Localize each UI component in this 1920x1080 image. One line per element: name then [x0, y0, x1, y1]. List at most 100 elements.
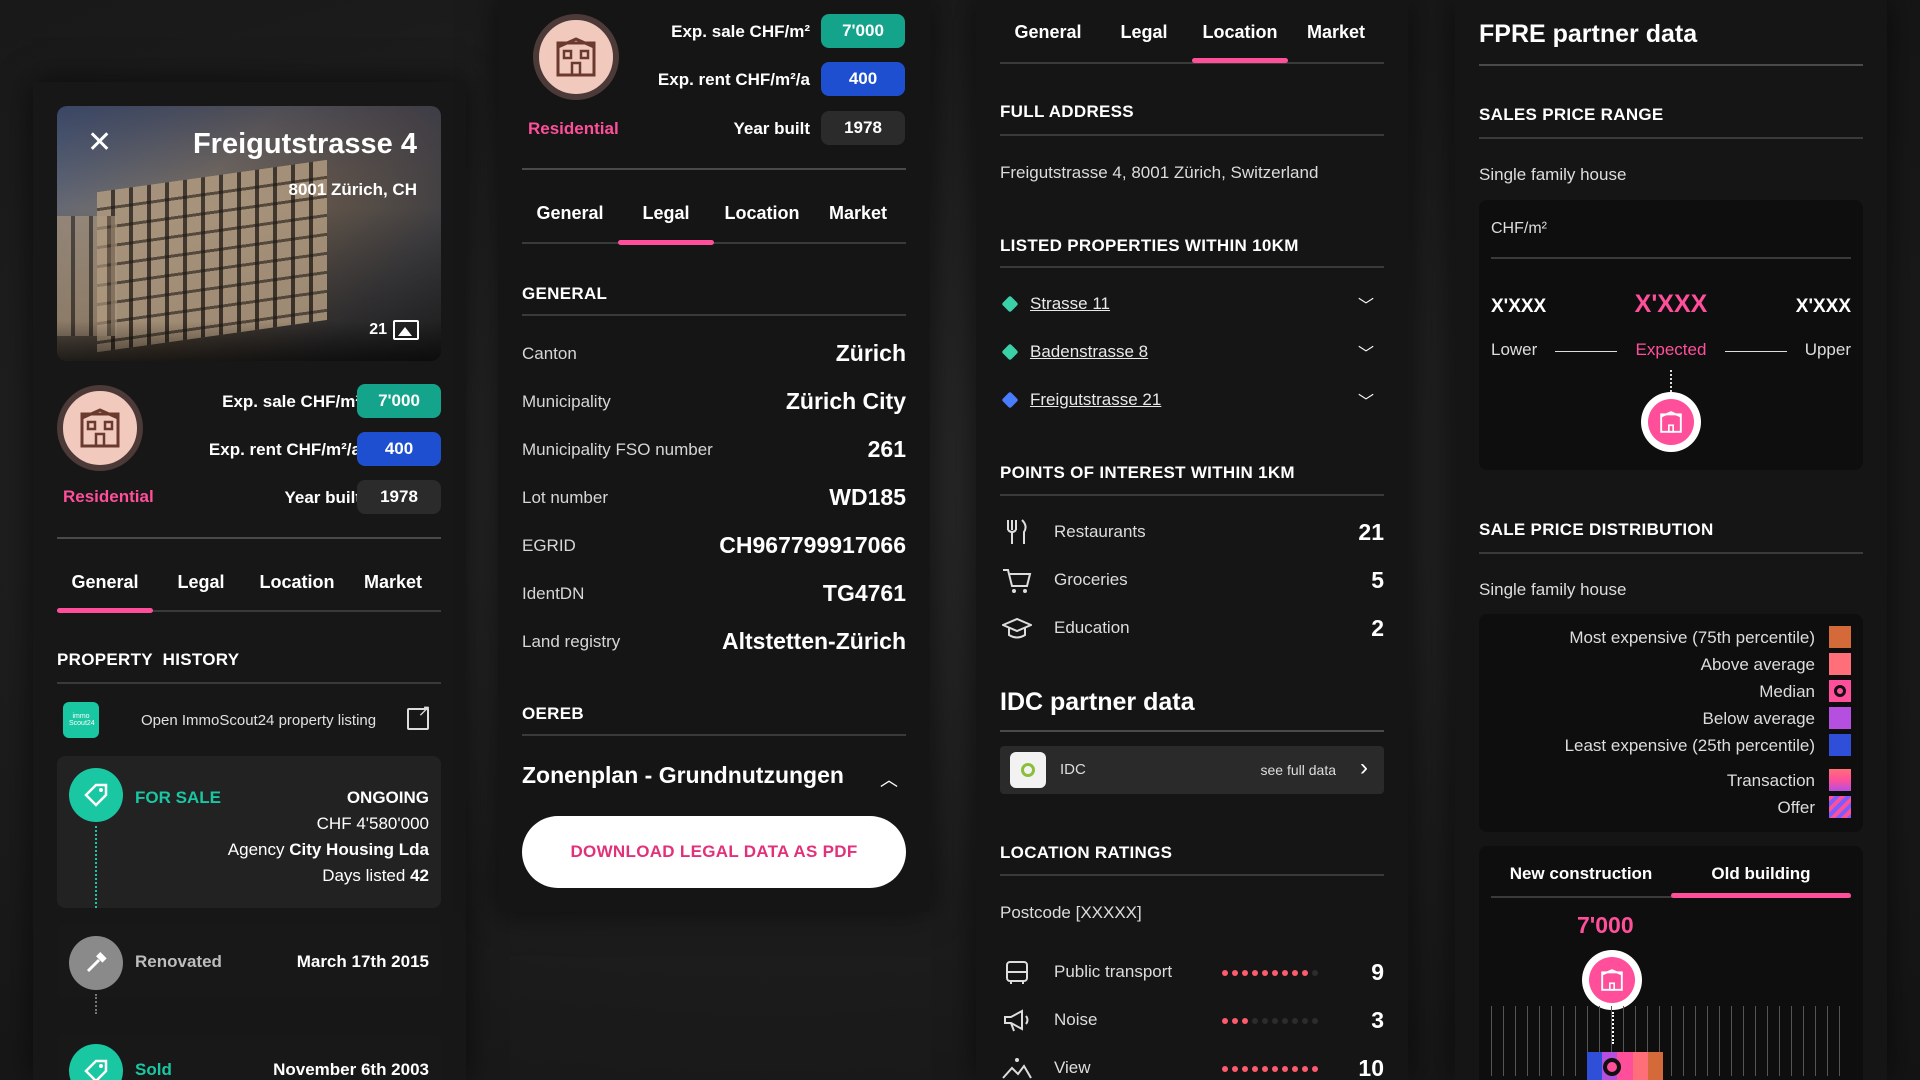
view-icon	[1002, 1058, 1032, 1079]
price-tag-icon	[69, 768, 123, 822]
rating-dot	[1242, 1018, 1248, 1024]
immoscout-logo: immo Scout24	[63, 702, 99, 738]
exp-sale-value: 7'000	[357, 384, 441, 418]
property-type: Residential	[63, 487, 154, 506]
price-range-card: CHF/m² X'XXX X'XXX X'XXX Lower Expected …	[1479, 200, 1863, 470]
tab-legal[interactable]: Legal	[618, 203, 714, 224]
rating-dots	[1222, 1015, 1318, 1027]
tab-general[interactable]: General	[57, 572, 153, 593]
tab-legal[interactable]: Legal	[153, 572, 249, 593]
upper-value: X'XXX	[1795, 296, 1851, 317]
gallery-icon[interactable]	[393, 320, 419, 340]
distribution-chart-card: New construction Old building 7'000	[1479, 846, 1863, 1080]
legend-label: Above average	[1700, 655, 1815, 674]
location-ratings-title: LOCATION RATINGS	[1000, 843, 1173, 862]
legend-label: Least expensive (25th percentile)	[1564, 736, 1815, 755]
legend-swatch-median	[1829, 680, 1851, 702]
canton-label: Canton	[522, 344, 577, 363]
hammer-icon	[69, 936, 123, 990]
street-title: Freigutstrasse 4	[192, 128, 417, 160]
land-registry-value: Altstetten-Zürich	[722, 628, 906, 654]
days-listed-value: 42	[410, 866, 429, 885]
identdn-value: TG4761	[822, 580, 906, 606]
tab-market[interactable]: Market	[1288, 22, 1384, 43]
external-link-icon[interactable]: ↗	[407, 704, 431, 730]
idc-card[interactable]: IDC see full data ›	[1000, 746, 1384, 794]
exp-sale-label: Exp. sale CHF/m²	[671, 22, 810, 41]
market-panel: FPRE partner data SALES PRICE RANGE Sing…	[1455, 0, 1887, 1080]
property-marker-icon	[1641, 392, 1701, 452]
median-marker	[1603, 1058, 1621, 1076]
chevron-down-icon[interactable]: ﹀	[1358, 292, 1374, 316]
listed-property-link[interactable]: Strasse 11	[1030, 294, 1110, 314]
listed-item[interactable]: Strasse 11 ﹀	[1000, 294, 1384, 318]
sold-tag-icon	[69, 1044, 123, 1080]
rating-row: View 10	[1000, 1054, 1384, 1080]
listed-item[interactable]: Badenstrasse 8 ﹀	[1000, 342, 1384, 366]
poi-label: Groceries	[1054, 570, 1128, 589]
poi-row: Groceries 5	[1000, 566, 1384, 596]
poi-label: Education	[1054, 618, 1130, 637]
see-full-data-link[interactable]: see full data	[1261, 762, 1337, 778]
rating-dot	[1242, 970, 1248, 976]
for-sale-card[interactable]: FOR SALE ONGOING CHF 4'580'000 Agency Ci…	[57, 756, 441, 908]
sales-price-range-title: SALES PRICE RANGE	[1479, 105, 1664, 124]
sold-card[interactable]: Sold November 6th 2003	[57, 1034, 441, 1080]
listed-item[interactable]: Freigutstrasse 21 ﹀	[1000, 390, 1384, 414]
residential-building-icon	[533, 14, 619, 100]
chevron-right-icon[interactable]: ›	[1360, 754, 1368, 782]
photo-count: 21	[369, 321, 387, 338]
immoscout-link[interactable]: Open ImmoScout24 property listing	[141, 712, 376, 729]
legend-swatch-transaction	[1829, 769, 1851, 791]
tab-location[interactable]: Location	[1192, 22, 1288, 43]
download-legal-pdf-button[interactable]: DOWNLOAD LEGAL DATA AS PDF	[522, 816, 906, 888]
rating-dot	[1242, 1066, 1248, 1072]
agency-prefix: Agency	[227, 840, 285, 859]
rating-dot	[1312, 970, 1318, 976]
tab-location[interactable]: Location	[714, 203, 810, 224]
tab-general[interactable]: General	[522, 203, 618, 224]
full-address: Freigutstrasse 4, 8001 Zürich, Switzerla…	[1000, 163, 1319, 182]
idc-logo-icon	[1010, 752, 1046, 788]
legend-label: Most expensive (75th percentile)	[1569, 628, 1815, 647]
full-address-title: FULL ADDRESS	[1000, 102, 1134, 121]
listed-property-link[interactable]: Freigutstrasse 21	[1030, 390, 1161, 410]
year-built-label: Year built	[733, 119, 810, 138]
fso-number-label: Municipality FSO number	[522, 440, 713, 459]
chevron-up-icon[interactable]: ︿	[880, 766, 898, 792]
rating-dot	[1282, 1018, 1288, 1024]
tab-old-building[interactable]: Old building	[1671, 864, 1851, 884]
egrid-label: EGRID	[522, 536, 576, 555]
chevron-down-icon[interactable]: ﹀	[1358, 340, 1374, 364]
identdn-label: IdentDN	[522, 584, 585, 603]
rating-dots	[1222, 1063, 1318, 1075]
tab-market[interactable]: Market	[810, 203, 906, 224]
tab-legal[interactable]: Legal	[1096, 22, 1192, 43]
tab-new-construction[interactable]: New construction	[1491, 864, 1671, 884]
rating-value: 10	[1358, 1055, 1384, 1080]
rating-dot	[1222, 1018, 1228, 1024]
renovated-card[interactable]: Renovated March 17th 2015	[57, 924, 441, 1014]
rating-dot	[1292, 1066, 1298, 1072]
poi-title: POINTS OF INTEREST WITHIN 1KM	[1000, 463, 1295, 482]
cart-icon	[1003, 569, 1032, 593]
tab-location[interactable]: Location	[249, 572, 345, 593]
rating-dot	[1252, 1018, 1258, 1024]
close-icon[interactable]: ✕	[87, 128, 112, 158]
tab-general[interactable]: General	[1000, 22, 1096, 43]
zonenplan-title[interactable]: Zonenplan - Grundnutzungen	[522, 762, 844, 789]
chevron-down-icon[interactable]: ﹀	[1358, 388, 1374, 412]
rating-value: 9	[1371, 959, 1384, 985]
rating-dot	[1252, 970, 1258, 976]
tab-market[interactable]: Market	[345, 572, 441, 593]
rating-dot	[1222, 1066, 1228, 1072]
listed-property-link[interactable]: Badenstrasse 8	[1030, 342, 1148, 362]
pin-icon	[1001, 343, 1019, 361]
residential-building-icon	[57, 385, 143, 471]
bus-icon	[1006, 961, 1028, 984]
rating-dot	[1282, 1066, 1288, 1072]
exp-rent-value: 400	[357, 432, 441, 466]
property-photo[interactable]: ✕ Freigutstrasse 4 8001 Zürich, CH 21	[57, 106, 441, 361]
legal-general-title: GENERAL	[522, 284, 608, 303]
rating-dot	[1262, 970, 1268, 976]
